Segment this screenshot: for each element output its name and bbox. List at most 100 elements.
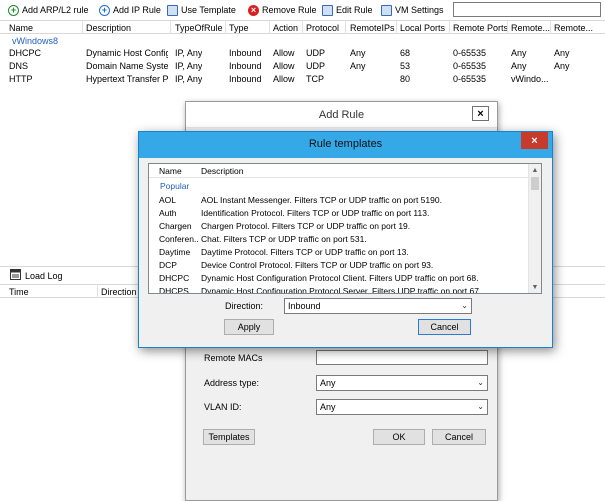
close-icon[interactable]: ×: [472, 106, 489, 121]
ok-button[interactable]: OK: [373, 429, 425, 445]
list-item[interactable]: Auth Identification Protocol. Filters TC…: [149, 208, 529, 221]
cell-action: Allow: [273, 74, 295, 84]
vlan-id-select[interactable]: Any ⌄: [316, 399, 488, 415]
cell-name: DNS: [9, 61, 29, 71]
cell-description: Hypertext Transfer Pr...: [86, 74, 168, 84]
column-header-remote-b[interactable]: Remote...: [554, 23, 593, 33]
cell-local-ports: 68: [400, 48, 411, 58]
cell-type: Inbound: [229, 74, 262, 84]
template-name: Daytime: [159, 247, 191, 257]
cell-description: Dynamic Host Config...: [86, 48, 168, 58]
vm-settings-label: VM Settings: [395, 5, 444, 15]
rules-grid-header: Name Description TypeOfRule Type Action …: [0, 20, 605, 34]
column-header-time[interactable]: Time: [9, 287, 29, 297]
add-ip-rule-button[interactable]: + Add IP Rule: [99, 3, 161, 17]
address-type-label: Address type:: [204, 378, 260, 388]
chevron-down-icon: ⌄: [477, 378, 484, 387]
main-toolbar: + Add ARP/L2 rule + Add IP Rule Use Temp…: [0, 0, 605, 20]
edit-icon: [322, 4, 333, 16]
apply-button[interactable]: Apply: [224, 319, 274, 335]
edit-rule-button[interactable]: Edit Rule: [322, 3, 373, 17]
scroll-up-icon[interactable]: ▲: [529, 164, 541, 176]
cell-protocol: UDP: [306, 48, 326, 58]
cell-remote-b: Any: [554, 61, 570, 71]
column-header-local-ports[interactable]: Local Ports: [400, 23, 445, 33]
log-icon: [10, 269, 21, 282]
template-description: AOL Instant Messenger. Filters TCP or UD…: [201, 195, 442, 205]
use-template-button[interactable]: Use Template: [167, 3, 236, 17]
column-header-name[interactable]: Name: [159, 166, 182, 176]
column-header-remote-a[interactable]: Remote...: [511, 23, 550, 33]
add-ip-rule-label: Add IP Rule: [113, 5, 161, 15]
templates-scrollbar[interactable]: ▲ ▼: [528, 164, 541, 293]
list-item[interactable]: DHCPC Dynamic Host Configuration Protoco…: [149, 273, 529, 286]
template-name: DCP: [159, 260, 177, 270]
address-type-select[interactable]: Any ⌄: [316, 375, 488, 391]
list-item[interactable]: DHCPS Dynamic Host Configuration Protoco…: [149, 286, 529, 294]
cell-action: Allow: [273, 61, 295, 71]
load-log-button[interactable]: Load Log: [10, 269, 63, 282]
add-rule-titlebar: Add Rule ×: [186, 102, 497, 128]
vm-settings-button[interactable]: VM Settings: [381, 3, 444, 17]
search-input[interactable]: [453, 2, 601, 17]
cell-type: Inbound: [229, 48, 262, 58]
column-header-name[interactable]: Name: [9, 23, 33, 33]
remove-rule-button[interactable]: × Remove Rule: [248, 3, 317, 17]
cell-action: Allow: [273, 48, 295, 58]
column-header-remote-ports[interactable]: Remote Ports: [453, 23, 508, 33]
template-description: Daytime Protocol. Filters TCP or UDP tra…: [201, 247, 409, 257]
cell-typeofrule: IP, Any: [175, 61, 203, 71]
list-item[interactable]: AOL AOL Instant Messenger. Filters TCP o…: [149, 195, 529, 208]
list-item[interactable]: Chargen Chargen Protocol. Filters TCP or…: [149, 221, 529, 234]
cell-protocol: TCP: [306, 74, 324, 84]
template-description: Identification Protocol. Filters TCP or …: [201, 208, 430, 218]
templates-list-header: Name Description: [149, 164, 541, 178]
rule-templates-dialog: Rule templates × Name Description Popula…: [138, 131, 553, 348]
cell-name: DHCPC: [9, 48, 42, 58]
column-header-description[interactable]: Description: [86, 23, 131, 33]
cell-remote-ports: 0-65535: [453, 74, 487, 84]
template-name: Conferen...: [159, 234, 199, 244]
table-row[interactable]: HTTP Hypertext Transfer Pr... IP, Any In…: [0, 73, 605, 86]
add-rule-title: Add Rule: [318, 109, 365, 121]
column-header-type[interactable]: Type: [229, 23, 249, 33]
column-header-direction[interactable]: Direction: [101, 287, 137, 297]
column-header-typeofrule[interactable]: TypeOfRule: [175, 23, 223, 33]
cell-typeofrule: IP, Any: [175, 74, 203, 84]
remote-macs-label: Remote MACs: [204, 353, 263, 363]
template-name: DHCPS: [159, 286, 189, 294]
cell-description: Domain Name Syste...: [86, 61, 168, 71]
scroll-thumb[interactable]: [531, 177, 539, 190]
cancel-button[interactable]: Cancel: [432, 429, 486, 445]
close-icon[interactable]: ×: [521, 132, 548, 149]
template-description: Dynamic Host Configuration Protocol Clie…: [201, 273, 479, 283]
group-vwindows8[interactable]: vWindows8: [12, 36, 58, 46]
plus-icon: +: [8, 4, 19, 16]
list-item[interactable]: Conferen... Chat. Filters TCP or UDP tra…: [149, 234, 529, 247]
cell-remote-a: Any: [511, 61, 527, 71]
template-icon: [167, 4, 178, 16]
remote-macs-field[interactable]: [316, 350, 488, 365]
table-row[interactable]: DHCPC Dynamic Host Config... IP, Any Inb…: [0, 47, 605, 60]
table-row[interactable]: DNS Domain Name Syste... IP, Any Inbound…: [0, 60, 605, 73]
scroll-down-icon[interactable]: ▼: [529, 281, 541, 293]
plus-icon: +: [99, 4, 110, 16]
column-header-protocol[interactable]: Protocol: [306, 23, 339, 33]
direction-select[interactable]: Inbound ⌄: [284, 298, 472, 314]
cell-remote-ports: 0-65535: [453, 61, 487, 71]
templates-button[interactable]: Templates: [203, 429, 255, 445]
list-item[interactable]: DCP Device Control Protocol. Filters TCP…: [149, 260, 529, 273]
cell-type: Inbound: [229, 61, 262, 71]
add-arp-rule-button[interactable]: + Add ARP/L2 rule: [8, 3, 89, 17]
rule-templates-title: Rule templates: [308, 138, 383, 150]
list-item[interactable]: Daytime Daytime Protocol. Filters TCP or…: [149, 247, 529, 260]
cancel-button[interactable]: Cancel: [418, 319, 471, 335]
templates-list[interactable]: Name Description Popular AOL AOL Instant…: [148, 163, 542, 294]
column-header-description[interactable]: Description: [201, 166, 244, 176]
cell-remote-b: Any: [554, 48, 570, 58]
column-header-action[interactable]: Action: [273, 23, 298, 33]
direction-value: Inbound: [288, 301, 321, 311]
group-popular[interactable]: Popular: [160, 181, 189, 191]
edit-rule-label: Edit Rule: [336, 5, 373, 15]
column-header-remoteips[interactable]: RemoteIPs: [350, 23, 395, 33]
